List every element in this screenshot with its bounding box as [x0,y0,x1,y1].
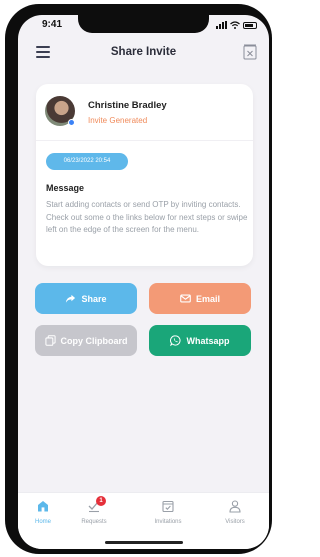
phone-frame: 9:41 Share Invite Christine Bradley Invi… [5,4,272,554]
message-body: Start adding contacts or send OTP by inv… [46,200,248,234]
nav-item-requests[interactable]: 1 Requests [69,496,119,525]
online-status-dot [68,119,75,126]
screen: 9:41 Share Invite Christine Bradley Invi… [18,15,269,549]
home-icon [38,501,48,512]
notch [78,15,209,33]
email-label: Email [195,293,220,304]
share-label: Share [81,293,107,304]
visitors-icon [229,500,241,513]
copy-label: Copy Clipboard [60,335,128,346]
wifi-icon [230,21,240,29]
battery-icon [243,22,257,29]
requests-badge: 1 [96,496,106,506]
nav-item-visitors[interactable]: Visitors [210,499,260,525]
date-badge: 06/23/2022 20:54 [46,153,128,170]
nav-label-home: Home [34,519,51,525]
nav-label-requests: Requests [81,519,107,525]
copy-icon [44,335,56,346]
contact-name: Christine Bradley [88,100,167,111]
nav-item-home[interactable]: Home [18,499,68,525]
status-time: 9:41 [42,19,63,30]
nav-label-invitations: Invitations [154,519,182,525]
email-button[interactable]: Email [149,283,251,314]
divider [36,140,253,141]
close-icon[interactable] [243,44,257,60]
nav-label-visitors: Visitors [225,519,245,525]
header: Share Invite [18,37,269,69]
whatsapp-label: Whatsapp [186,335,230,346]
invite-card: Christine Bradley Invite Generated 06/23… [36,84,253,266]
nav-item-invitations[interactable]: Invitations [143,499,193,525]
signal-icon [216,21,227,29]
home-indicator [105,541,183,544]
whatsapp-icon [170,335,182,346]
share-icon [66,294,76,303]
message-label: Message [46,183,85,193]
status-bar: 9:41 [18,15,269,37]
status-icons [216,21,257,29]
whatsapp-button[interactable]: Whatsapp [149,325,251,356]
invite-status: Invite Generated [88,116,148,125]
invitations-icon [162,500,174,513]
mail-icon [180,294,191,303]
share-button[interactable]: Share [35,283,137,314]
page-title: Share Invite [110,46,177,58]
copy-clipboard-button[interactable]: Copy Clipboard [35,325,137,356]
